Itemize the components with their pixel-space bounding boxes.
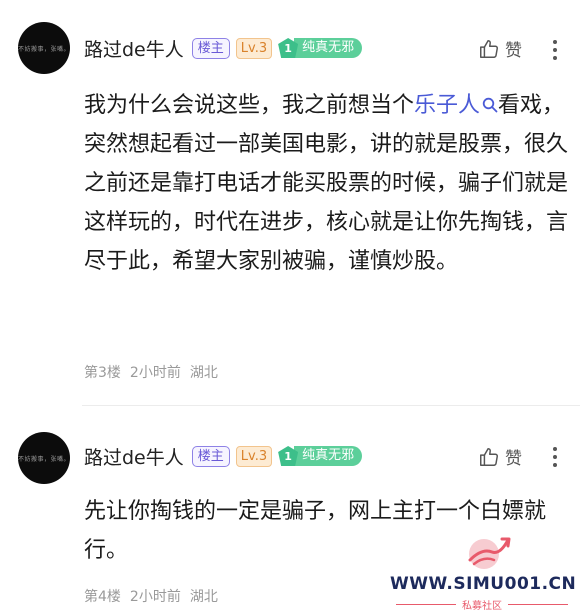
ip-location: 湖北 [189, 589, 218, 605]
comment-header: 路过de牛人 楼主 Lv.3 1 纯真无邪 [84, 441, 363, 471]
like-label: 赞 [505, 449, 522, 469]
post-time: 2小时前 [129, 589, 181, 605]
floor-number: 第4楼 [84, 589, 121, 605]
username[interactable]: 路过de牛人 [84, 443, 184, 470]
watermark-url: WWW.SIMU001.CN [390, 574, 577, 594]
comment-floor-4: 不妨搬事，张嘴。 路过de牛人 楼主 Lv.3 1 纯真无邪 赞 先让你掏钱的一… [0, 0, 580, 616]
owner-badge: 楼主 [191, 445, 230, 467]
level-badge: Lv.3 [235, 445, 273, 467]
watermark-logo-icon [468, 537, 511, 569]
avatar[interactable]: 不妨搬事，张嘴。 [18, 432, 70, 484]
watermark-line [508, 604, 568, 605]
more-options-button[interactable] [552, 447, 558, 467]
more-vertical-icon [553, 447, 557, 451]
watermark: WWW.SIMU001.CN 私募社区 [390, 530, 577, 616]
watermark-line [396, 604, 456, 605]
title-badge: 1 纯真无邪 [278, 445, 363, 467]
title-badge-label: 纯真无邪 [294, 446, 363, 466]
watermark-subtitle: 私募社区 [462, 601, 502, 612]
comment-meta: 第4楼 2小时前 湖北 [84, 586, 227, 606]
thumbs-up-icon [480, 447, 498, 466]
watermark-subtitle-row: 私募社区 [390, 597, 574, 612]
like-button[interactable]: 赞 [478, 444, 522, 469]
